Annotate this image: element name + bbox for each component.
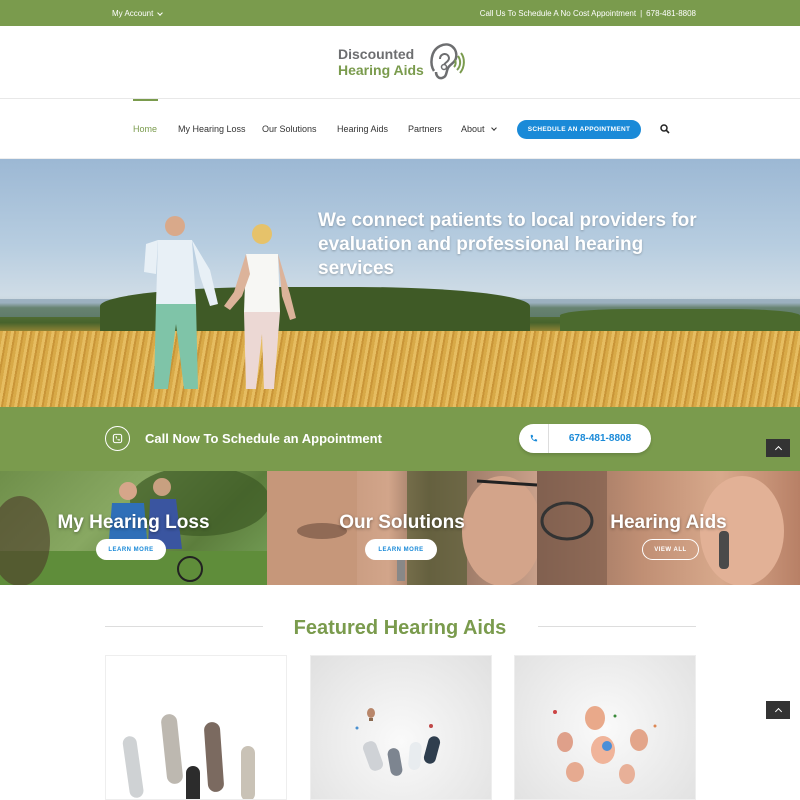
site-logo[interactable]: Discounted Hearing Aids [338, 41, 466, 83]
hero-wheat-field [0, 331, 800, 407]
phone-icon [105, 426, 130, 451]
main-nav: Home My Hearing Loss Our Solutions Heari… [0, 99, 800, 159]
panel-hearing-aids[interactable]: Hearing Aids VIEW ALL [537, 471, 800, 585]
separator: | [640, 9, 643, 18]
chevron-down-icon [490, 124, 497, 131]
nav-my-hearing-loss[interactable]: My Hearing Loss [178, 124, 246, 134]
feature-panels: My Hearing Loss LEARN MORE Our Solutions… [0, 471, 800, 585]
call-phone-number: 678-481-8808 [568, 433, 632, 444]
phone-icon [519, 424, 549, 453]
ear-logo-icon [430, 43, 465, 80]
panel-title: Our Solutions [339, 512, 465, 533]
logo-area: Discounted Hearing Aids [0, 26, 800, 99]
panel-title: Hearing Aids [610, 512, 727, 533]
nav-about-label: About [461, 124, 485, 134]
view-all-button[interactable]: VIEW ALL [642, 539, 699, 560]
nav-home[interactable]: Home [133, 124, 157, 134]
top-bar: My Account Call Us To Schedule A No Cost… [0, 0, 800, 26]
learn-more-button[interactable]: LEARN MORE [365, 539, 437, 560]
featured-title: Featured Hearing Aids [293, 617, 507, 639]
learn-more-button[interactable]: LEARN MORE [96, 539, 166, 560]
hero-trees-right [560, 309, 800, 331]
schedule-appointment-button[interactable]: SCHEDULE AN APPOINTMENT [517, 120, 641, 139]
couple-image [144, 216, 296, 389]
my-account-label: My Account [112, 9, 154, 18]
product-card[interactable] [514, 655, 696, 800]
search-icon[interactable] [660, 124, 670, 134]
nav-partners[interactable]: Partners [408, 124, 442, 134]
logo-line-2: Hearing Aids [338, 62, 424, 78]
top-contact: Call Us To Schedule A No Cost Appointmen… [480, 9, 696, 18]
chevron-up-icon [774, 445, 782, 454]
active-indicator [133, 99, 158, 101]
logo-line-1: Discounted [338, 46, 415, 62]
hero-banner: We connect patients to local providers f… [0, 159, 800, 407]
product-card[interactable] [105, 655, 287, 800]
product-card[interactable] [310, 655, 492, 800]
call-now-text: Call Now To Schedule an Appointment [145, 431, 382, 446]
nav-our-solutions[interactable]: Our Solutions [262, 124, 317, 134]
my-account-menu[interactable]: My Account [112, 9, 164, 18]
featured-section: Featured Hearing Aids [0, 585, 800, 800]
top-phone-link[interactable]: 678-481-8808 [646, 9, 696, 18]
panel-title: My Hearing Loss [57, 512, 210, 533]
hero-headline: We connect patients to local providers f… [318, 210, 697, 279]
nav-about[interactable]: About [461, 124, 497, 134]
back-to-top-button[interactable] [766, 439, 790, 457]
custom-hearing-aids-image [553, 706, 657, 784]
back-to-top-button[interactable] [766, 701, 790, 719]
schedule-text: Call Us To Schedule A No Cost Appointmen… [479, 9, 637, 18]
nav-hearing-aids[interactable]: Hearing Aids [337, 124, 388, 134]
hearing-aids-image [122, 714, 255, 799]
chevron-down-icon [157, 9, 164, 16]
chevron-up-icon [774, 707, 782, 716]
hearing-aids-balloons-image [355, 708, 441, 776]
panel-our-solutions[interactable]: Our Solutions LEARN MORE [267, 471, 537, 585]
call-bar: Call Now To Schedule an Appointment 678-… [0, 407, 800, 471]
call-phone-button[interactable]: 678-481-8808 [519, 424, 651, 453]
panel-my-hearing-loss[interactable]: My Hearing Loss LEARN MORE [0, 471, 267, 585]
